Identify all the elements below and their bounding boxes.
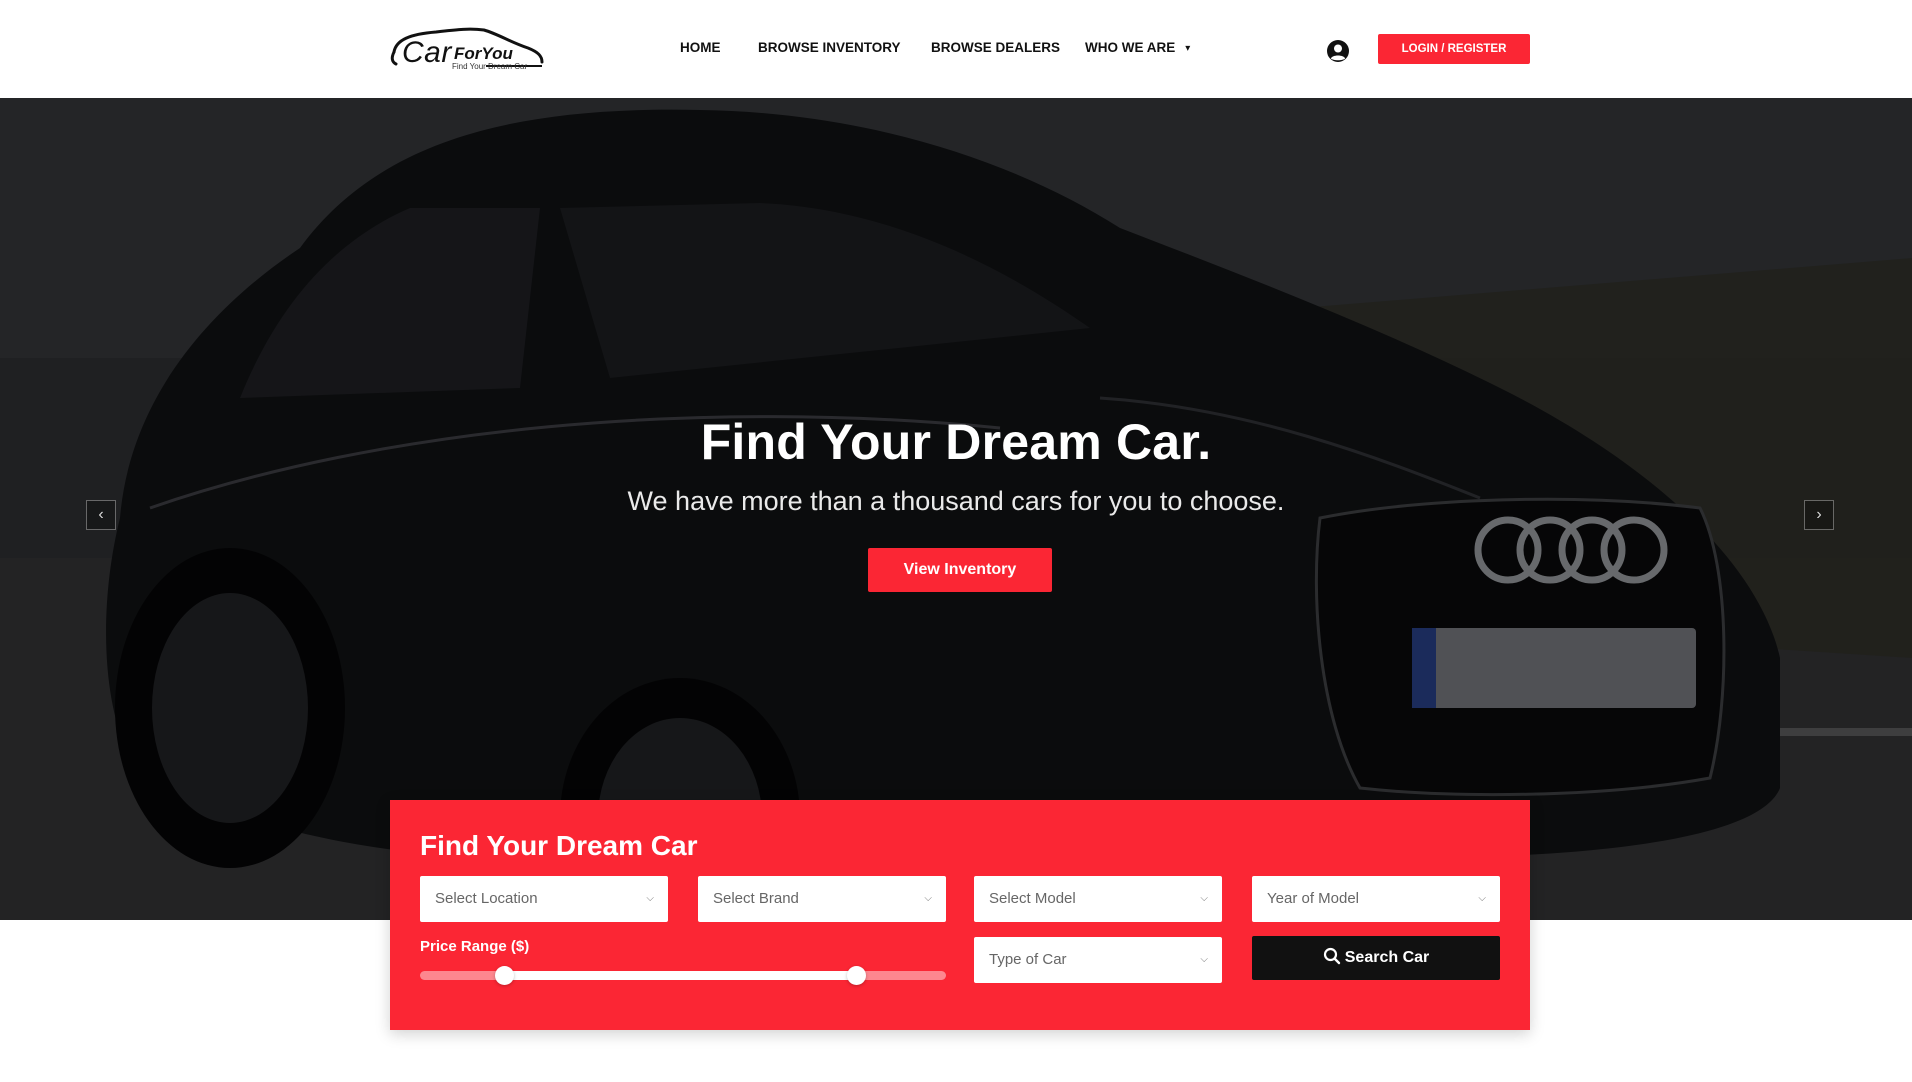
user-account-icon[interactable] [1326, 39, 1350, 63]
model-select[interactable]: Select Model ⌵ [974, 876, 1222, 922]
location-placeholder: Select Location [435, 890, 538, 907]
car-type-select[interactable]: Type of Car ⌵ [974, 937, 1222, 983]
chevron-down-icon: ⌵ [646, 893, 654, 904]
search-car-label: Search Car [1344, 949, 1430, 966]
price-range-fill [504, 971, 857, 980]
year-select[interactable]: Year of Model ⌵ [1252, 876, 1500, 922]
brand-select[interactable]: Select Brand ⌵ [698, 876, 946, 922]
view-inventory-button[interactable]: View Inventory [868, 548, 1052, 592]
location-select[interactable]: Select Location ⌵ [420, 876, 668, 922]
search-car-button[interactable]: Search Car [1252, 936, 1500, 980]
magnifier-icon [1323, 939, 1341, 983]
logo-tagline: Find Your Dream Car [452, 62, 528, 71]
hero-subtitle: We have more than a thousand cars for yo… [627, 486, 1285, 516]
price-min-handle[interactable] [494, 966, 514, 985]
chevron-down-icon: ⌵ [1478, 893, 1486, 904]
site-header: Car ForYou Find Your Dream Car HOME BROW… [0, 0, 1912, 98]
nav-item-label: WHO WE ARE [1085, 40, 1176, 55]
chevron-down-icon: ⌵ [924, 893, 932, 904]
login-register-button[interactable]: LOGIN / REGISTER [1378, 34, 1530, 64]
nav-item-browse-dealers[interactable]: BROWSE DEALERS [931, 40, 1060, 55]
chevron-down-icon: ⌵ [1200, 893, 1208, 904]
chevron-down-icon: ▾ [1185, 43, 1191, 54]
model-placeholder: Select Model [989, 890, 1076, 907]
chevron-down-icon: ⌵ [1200, 954, 1208, 965]
nav-item-who-we-are[interactable]: WHO WE ARE ▾ [1085, 40, 1190, 55]
brand-placeholder: Select Brand [713, 890, 799, 907]
year-placeholder: Year of Model [1267, 890, 1360, 907]
price-range-label: Price Range ($) [420, 938, 530, 955]
site-logo[interactable]: Car ForYou Find Your Dream Car [388, 22, 546, 74]
carousel-next-arrow-icon[interactable]: › [1804, 500, 1834, 530]
nav-item-home[interactable]: HOME [680, 40, 721, 55]
logo-text-main: Car [402, 36, 452, 69]
car-type-placeholder: Type of Car [989, 951, 1067, 968]
hero-title: Find Your Dream Car. [700, 414, 1212, 470]
search-panel-title: Find Your Dream Car [420, 830, 698, 861]
carousel-prev-arrow-icon[interactable]: ‹ [86, 500, 116, 530]
price-range-slider[interactable] [420, 966, 946, 985]
logo-text-accent: ForYou [454, 44, 513, 63]
search-panel: Find Your Dream Car Select Location ⌵ Se… [390, 800, 1530, 1030]
hero-banner: Find Your Dream Car. We have more than a… [0, 98, 1912, 920]
price-max-handle[interactable] [847, 966, 867, 985]
nav-item-browse-inventory[interactable]: BROWSE INVENTORY [758, 40, 901, 55]
